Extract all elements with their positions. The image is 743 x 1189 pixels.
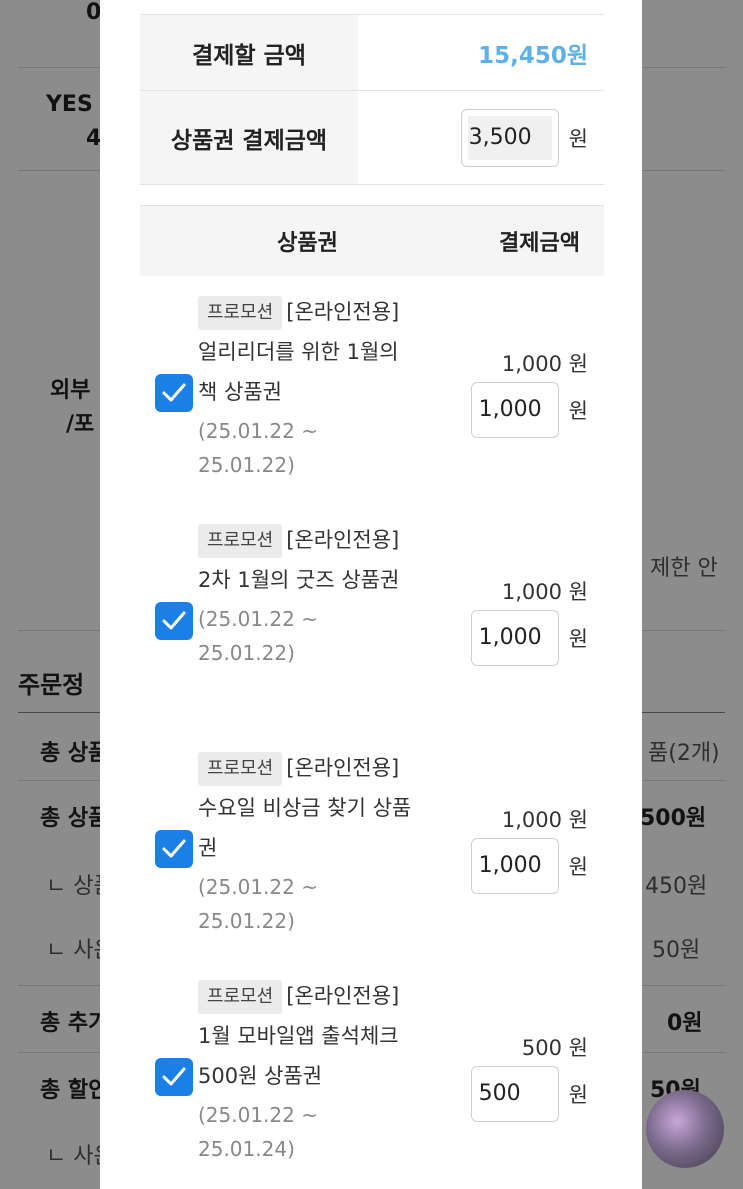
promotion-tag: 프로모션: [198, 524, 283, 558]
voucher-checkbox[interactable]: [155, 830, 193, 868]
col-header-voucher: 상품권: [277, 231, 338, 256]
voucher-info: 프로모션 [온라인전용] 수요일 비상금 찾기 상품권 (25.01.22 ~ 2…: [198, 748, 413, 938]
promotion-tag: 프로모션: [198, 296, 283, 330]
voucher-payment-label: 상품권 결제금액: [140, 91, 358, 184]
voucher-info: 프로모션 [온라인전용] 1월 모바일앱 출석체크 500원 상품권 (25.01…: [198, 976, 413, 1166]
total-payment-label: 결제할 금액: [140, 15, 358, 90]
voucher-period: (25.01.22 ~ 25.01.24): [198, 1103, 318, 1161]
voucher-amount-input[interactable]: 1,000: [470, 838, 559, 894]
unit-label: 원: [568, 855, 588, 879]
voucher-total-input[interactable]: 3,500: [460, 108, 559, 167]
total-payment-value: 15,450원: [478, 42, 588, 69]
unit-label: 원: [568, 399, 588, 423]
col-header-amount: 결제금액: [499, 231, 580, 256]
voucher-table-header: 상품권 결제금액: [140, 206, 604, 276]
voucher-payment-row: 상품권 결제금액 3,500 원: [140, 91, 604, 185]
promotion-tag: 프로모션: [198, 752, 283, 786]
voucher-checkbox[interactable]: [155, 1058, 193, 1096]
check-icon: [162, 611, 186, 630]
floating-thumbnail-button[interactable]: [646, 1090, 724, 1168]
check-icon: [162, 839, 186, 858]
voucher-amount-input[interactable]: 1,000: [470, 610, 559, 666]
unit-label: 원: [568, 627, 588, 651]
voucher-checkbox[interactable]: [155, 374, 193, 412]
total-payment-row: 결제할 금액 15,450원: [140, 15, 604, 91]
voucher-period: (25.01.22 ~ 25.01.22): [198, 875, 318, 933]
unit-label: 원: [568, 1083, 588, 1107]
unit-label: 원: [568, 126, 588, 151]
voucher-modal: 결제할 금액 15,450원 상품권 결제금액 3,500 원 상품권 결제금액: [100, 0, 642, 1189]
voucher-amount: 1,000 원: [501, 808, 588, 832]
voucher-amount-input[interactable]: 500: [470, 1066, 559, 1122]
voucher-checkbox[interactable]: [155, 602, 193, 640]
voucher-info: 프로모션 [온라인전용] 2차 1월의 굿즈 상품권 (25.01.22 ~ 25…: [198, 520, 413, 670]
voucher-period: (25.01.22 ~ 25.01.22): [198, 419, 318, 477]
voucher-table: 상품권 결제금액: [140, 205, 604, 276]
voucher-amount: 500 원: [521, 1036, 588, 1060]
voucher-period: (25.01.22 ~ 25.01.22): [198, 607, 318, 665]
voucher-info: 프로모션 [온라인전용] 얼리리더를 위한 1월의 책 상품권 (25.01.22…: [198, 292, 413, 482]
check-icon: [162, 1067, 186, 1086]
voucher-amount: 1,000 원: [501, 580, 588, 604]
payment-summary-table: 결제할 금액 15,450원 상품권 결제금액 3,500 원: [140, 14, 604, 185]
promotion-tag: 프로모션: [198, 980, 283, 1014]
voucher-amount: 1,000 원: [501, 352, 588, 376]
check-icon: [162, 383, 186, 402]
voucher-amount-input[interactable]: 1,000: [470, 382, 559, 438]
